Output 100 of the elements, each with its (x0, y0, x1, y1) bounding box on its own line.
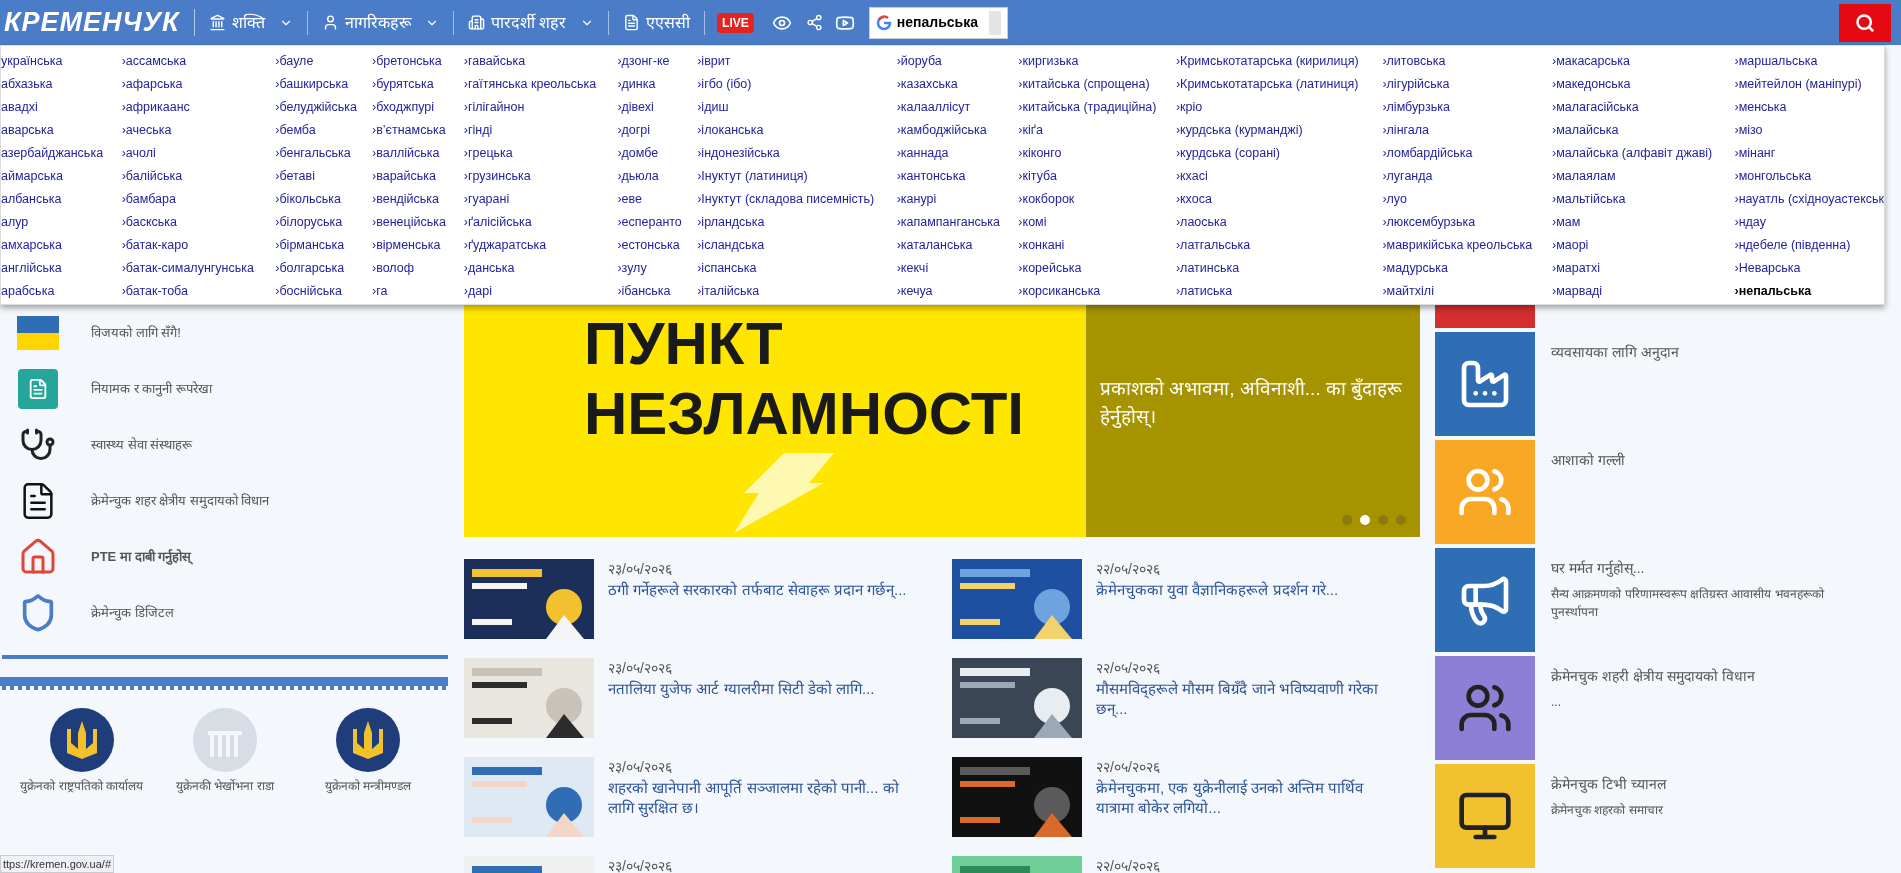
language-option[interactable]: ›ачеська (121, 119, 172, 142)
language-option[interactable]: ›кіконго (1018, 142, 1062, 165)
live-badge[interactable]: LIVE (717, 12, 754, 33)
language-option[interactable]: ›естонська (617, 234, 680, 257)
language-option[interactable]: ›казахська (896, 73, 958, 96)
news-title[interactable]: क्रेमेनचुकका युवा वैज्ञानिकहरूले प्रदर्शन गरे... (1096, 580, 1396, 600)
language-option[interactable]: ›в’єтнамська (372, 119, 446, 142)
language-option[interactable]: ›ідиш (697, 96, 729, 119)
site-logo[interactable]: КРЕМЕНЧУК (4, 9, 195, 36)
sidebar-link[interactable]: विजयको लागि सँगै! (91, 323, 181, 343)
language-option[interactable]: ›китайська (спрощена) (1018, 73, 1150, 96)
language-option[interactable]: ›бауле (275, 50, 314, 73)
language-option[interactable]: ›калааллісут (896, 96, 971, 119)
language-option[interactable]: ›ндебеле (південна) (1734, 234, 1851, 257)
language-option[interactable]: ›валлійська (372, 142, 440, 165)
language-option[interactable]: ›кечуа (896, 280, 933, 303)
language-option[interactable]: ›майтхілі (1382, 280, 1434, 303)
language-option[interactable]: українська (1, 50, 63, 73)
language-option[interactable]: ›італійська (697, 280, 760, 303)
language-option[interactable]: ›ігбо (ібо) (697, 73, 752, 96)
share-icon[interactable] (805, 14, 823, 31)
language-option[interactable]: ›варайська (372, 165, 436, 188)
tile[interactable] (1435, 656, 1535, 760)
nav-link[interactable]: शक्ति (231, 10, 265, 35)
language-option[interactable]: ›каннада (896, 142, 949, 165)
language-option[interactable]: ›волоф (372, 257, 415, 280)
language-option[interactable]: ›бікольська (275, 188, 341, 211)
language-option[interactable]: ›мальтійська (1551, 188, 1626, 211)
language-option[interactable]: ›маорі (1551, 234, 1589, 257)
language-option[interactable]: ›догрі (617, 119, 651, 142)
language-option[interactable]: ›гавайська (463, 50, 526, 73)
language-option[interactable]: ›афарська (121, 73, 183, 96)
language-option[interactable]: ›гуарані (463, 188, 510, 211)
language-option[interactable]: ›курдська (курманджі) (1175, 119, 1303, 142)
language-option[interactable]: ›га (372, 280, 388, 303)
language-option[interactable]: ›дьюла (617, 165, 659, 188)
language-option[interactable]: ›йоруба (896, 50, 942, 73)
language-option[interactable]: ›ломбардійська (1382, 142, 1473, 165)
news-title[interactable]: मौसमविद्हरूले मौसम बिग्रँदै जाने भविष्यवाणी गरेका छन्... (1096, 679, 1396, 719)
language-option[interactable]: ›люксембурзька (1382, 211, 1476, 234)
language-option[interactable]: ›грузинська (463, 165, 531, 188)
language-option[interactable]: ›домбе (617, 142, 659, 165)
language-option[interactable]: ›малаялам (1551, 165, 1616, 188)
language-option[interactable]: ›кхоса (1175, 188, 1212, 211)
language-option[interactable]: ›лігурійська (1382, 73, 1450, 96)
language-option[interactable]: ›дзонг-ке (617, 50, 670, 73)
tile-title[interactable]: क्रेमेनचुक टिभी च्यानल (1551, 774, 1871, 795)
language-option[interactable]: ›китайська (традиційна) (1018, 96, 1157, 119)
tile-title[interactable]: व्यवसायका लागि अनुदान (1551, 342, 1871, 363)
language-option[interactable]: ›маршальська (1734, 50, 1818, 73)
language-option[interactable]: ›африкаанс (121, 96, 190, 119)
language-option[interactable]: ›мізо (1734, 119, 1763, 142)
language-option[interactable]: ›есперанто (617, 211, 682, 234)
language-option[interactable]: ›лінгала (1382, 119, 1430, 142)
tile[interactable] (1435, 305, 1535, 328)
sidebar-link[interactable]: क्रेमेन्चुक शहर क्षेत्रीय समुदायको विधान (91, 491, 270, 511)
language-option[interactable]: ›макасарська (1551, 50, 1630, 73)
language-option[interactable]: ›гілігайнон (463, 96, 525, 119)
language-option[interactable]: ›корсиканська (1018, 280, 1101, 303)
language-option[interactable]: ›науатль (східноуастекськ (1734, 188, 1884, 211)
language-option[interactable]: ›ндау (1734, 211, 1766, 234)
language-option[interactable]: ›зулу (617, 257, 647, 280)
language-option[interactable]: азербайджанська (1, 142, 104, 165)
language-option[interactable]: ›бетаві (275, 165, 315, 188)
language-option[interactable]: ›малайська (1551, 119, 1619, 142)
language-option[interactable]: ›кантонська (896, 165, 966, 188)
tile[interactable] (1435, 548, 1535, 652)
language-option[interactable]: алур (1, 211, 29, 234)
language-option[interactable]: ›данська (463, 257, 515, 280)
language-option[interactable]: ›Кримськотатарська (латиниця) (1175, 73, 1359, 96)
language-option[interactable]: ›малайська (алфавіт джаві) (1551, 142, 1713, 165)
language-option[interactable]: ›литовська (1382, 50, 1446, 73)
language-option[interactable]: ›вірменська (372, 234, 441, 257)
language-option[interactable]: ›білоруська (275, 211, 343, 234)
search-button[interactable] (1839, 3, 1891, 42)
tile[interactable] (1435, 440, 1535, 544)
language-option[interactable]: ›кіґа (1018, 119, 1043, 142)
language-option[interactable]: ›батак-тоба (121, 280, 188, 303)
sidebar-link[interactable]: स्वास्थ्य सेवा संस्थाहरू (91, 435, 193, 455)
language-option[interactable]: ›ісландська (697, 234, 765, 257)
language-option[interactable]: ›менська (1734, 96, 1787, 119)
language-option[interactable]: ›ассамська (121, 50, 187, 73)
language-option[interactable]: ›мінанг (1734, 142, 1776, 165)
language-option[interactable]: ›грецька (463, 142, 513, 165)
news-title[interactable]: नतालिया युजेफ आर्ट ग्यालरीमा सिटी डेको लागि... (608, 679, 908, 699)
language-option[interactable]: ›ґалісійська (463, 211, 532, 234)
language-option[interactable]: ›кітуба (1018, 165, 1057, 188)
language-option[interactable]: ›Інуктут (латиниця) (697, 165, 808, 188)
language-option[interactable]: ›латинська (1175, 257, 1240, 280)
language-option[interactable]: ›бамбара (121, 188, 176, 211)
sidebar-link[interactable]: PTE मा दाबी गर्नुहोस् (91, 547, 192, 567)
language-option[interactable]: ›ілоканська (697, 119, 764, 142)
language-option[interactable]: ›камбоджійська (896, 119, 987, 142)
language-option[interactable]: ›венеційська (372, 211, 446, 234)
language-option[interactable]: ›марваді (1551, 280, 1603, 303)
language-option[interactable]: ›македонська (1551, 73, 1631, 96)
language-option[interactable]: ›Кримськотатарська (кирилиця) (1175, 50, 1359, 73)
language-option[interactable]: ›корейська (1018, 257, 1082, 280)
language-option[interactable]: ›бенгальська (275, 142, 351, 165)
language-option[interactable]: ›іврит (697, 50, 731, 73)
